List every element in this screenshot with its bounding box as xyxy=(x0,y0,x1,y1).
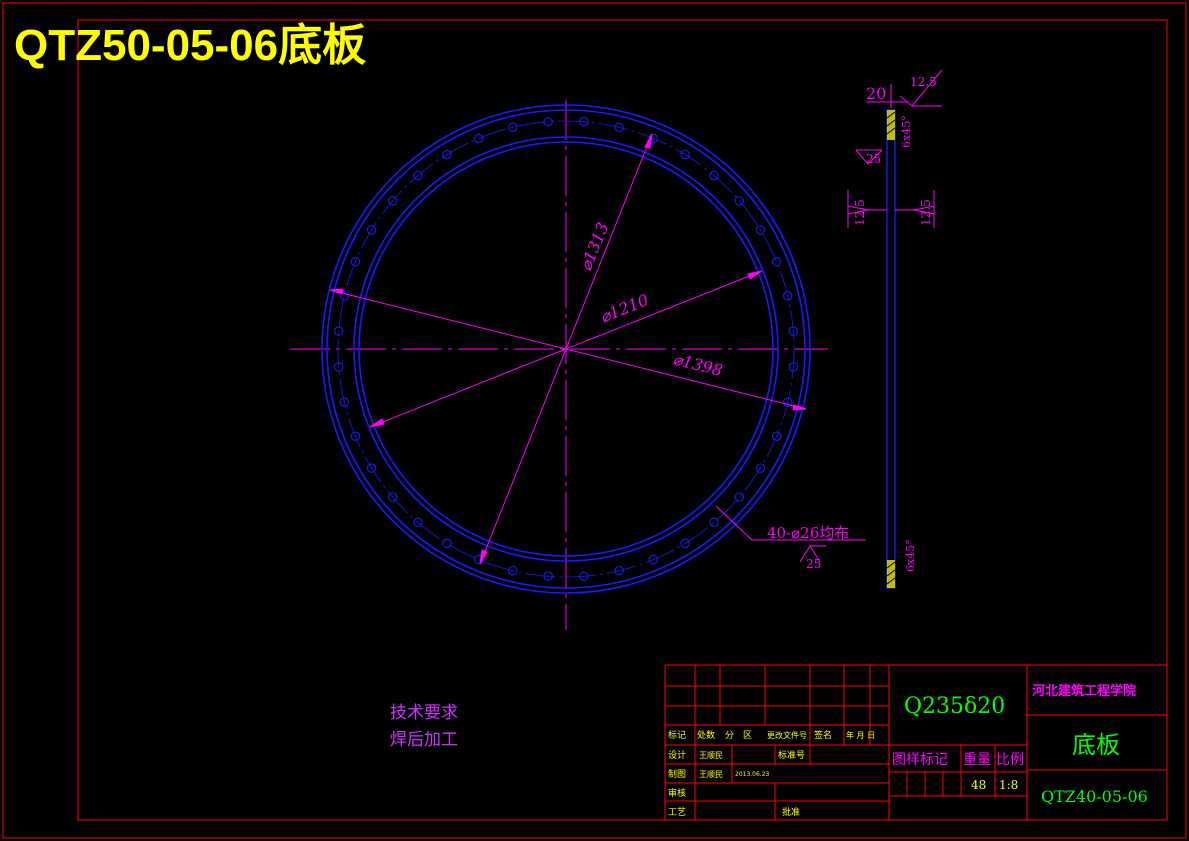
center-lines xyxy=(290,100,828,630)
tb-col-change-doc: 更改文件号 xyxy=(767,730,807,740)
tb-part-name: 底板 xyxy=(1072,731,1120,759)
tb-row-draw: 制图 xyxy=(668,768,686,780)
dim-inner: ⌀1210 xyxy=(597,290,651,326)
dim-holes: 40-⌀26均布 xyxy=(767,524,849,542)
tb-approve: 批准 xyxy=(782,806,800,818)
bolt-hole xyxy=(442,538,452,549)
tb-material: Q235δ20 xyxy=(904,694,1005,719)
tb-col-date: 年 月 日 xyxy=(846,730,875,740)
notes-line1: 焊后加工 xyxy=(390,730,458,750)
tb-col-sign: 签名 xyxy=(814,729,832,741)
drawing-title: QTZ50-05-06底板 xyxy=(14,21,366,70)
tb-row-design: 设计 xyxy=(668,749,686,761)
notes-title: 技术要求 xyxy=(390,703,458,723)
tb-draw-date: 2013.06.23 xyxy=(735,771,770,778)
rough-left-value: 25 xyxy=(866,152,881,166)
tb-stage-label: 图样标记 xyxy=(892,752,948,768)
bolt-hole xyxy=(771,256,782,267)
tb-row-process: 工艺 xyxy=(668,807,686,818)
tb-designer: 王顺民 xyxy=(699,751,723,760)
bolt-hole xyxy=(709,517,719,528)
dim-outer: ⌀1398 xyxy=(671,349,724,380)
tb-scale: 1:8 xyxy=(999,778,1018,792)
rough-mid-right-value: 12.5 xyxy=(919,199,933,226)
chamfer-bottom: 6x45° xyxy=(904,539,917,572)
dim-thickness: 20 xyxy=(866,84,886,103)
tb-scale-label: 比例 xyxy=(996,752,1024,768)
tb-drawer: 王顺民 xyxy=(699,770,723,779)
drawing-canvas: QTZ50-05-06底板 ⌀1313 ⌀1210 ⌀1398 40-⌀26均布… xyxy=(2,2,1187,839)
tb-std-label: 标准号 xyxy=(778,749,805,761)
tb-weight-label: 重量 xyxy=(963,752,991,768)
tb-weight: 48 xyxy=(971,778,986,792)
outer-frame xyxy=(2,2,1187,839)
rough-top-value: 12.5 xyxy=(910,75,937,89)
tb-col-zone: 分 区 xyxy=(725,730,752,741)
tb-drawing-no: QTZ40-05-06 xyxy=(1041,787,1148,806)
section-hatch-bottom xyxy=(887,560,895,588)
bolt-hole xyxy=(734,196,745,206)
tb-school: 河北建筑工程学院 xyxy=(1032,683,1136,699)
section-view xyxy=(886,84,896,589)
rough-mid-left-value: 12.5 xyxy=(853,199,867,226)
tb-col-count: 处数 xyxy=(697,729,715,741)
chamfer-top: 6x45° xyxy=(900,115,913,148)
bolt-hole xyxy=(734,492,745,502)
tb-row-check: 审核 xyxy=(668,787,686,799)
rough-holes-value: 25 xyxy=(806,557,821,571)
tb-col-mark: 标记 xyxy=(668,729,686,741)
